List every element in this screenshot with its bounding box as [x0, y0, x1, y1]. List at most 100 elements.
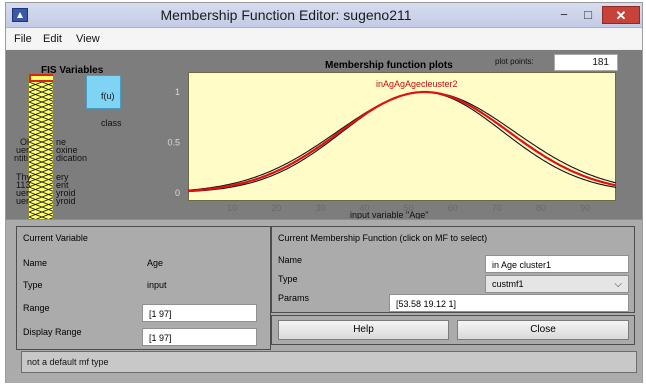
mf-icon-line: [29, 131, 53, 138]
mf-editor-window: Membership Function Editor: sugeno211 − …: [5, 2, 643, 383]
mf-icon-line: [29, 146, 53, 153]
y-tick-label: 0: [175, 188, 180, 198]
mf-icon-line: [29, 196, 53, 203]
menu-edit[interactable]: Edit: [43, 33, 62, 45]
mf-icon-line: [29, 151, 53, 158]
mf-params-field[interactable]: [53.58 19.12 1]: [389, 294, 629, 312]
display-range-field[interactable]: [1 97]: [142, 328, 257, 346]
x-tick-label: 60: [448, 203, 458, 212]
mf-icon-line: [29, 111, 53, 118]
mf-icon-line: [29, 116, 53, 123]
range-label: Range: [23, 303, 50, 313]
menu-view[interactable]: View: [76, 33, 100, 45]
mf-icon-line: [29, 161, 53, 168]
mf-icon-line: [29, 171, 53, 178]
plot-points-label: plot points:: [495, 57, 534, 66]
truncated-label-3: ntiti: [14, 153, 29, 163]
y-tick-label: 1: [175, 87, 180, 97]
close-window-button[interactable]: ✕: [602, 6, 640, 24]
mf-icon-line: [29, 131, 53, 138]
input-mf-icon-pattern: [29, 81, 53, 220]
mf-icon-line: [29, 176, 53, 183]
variable-name-label: Name: [23, 258, 48, 268]
mf-icon-line: [29, 206, 53, 213]
variable-type-label: Type: [23, 280, 43, 290]
mf-curve[interactable]: [187, 91, 617, 193]
selected-variable-highlight: [29, 74, 53, 82]
x-tick-label: 20: [271, 203, 281, 212]
mf-icon-line: [29, 201, 53, 208]
mf-icon-line: [29, 176, 53, 183]
mf-icon-line: [29, 86, 53, 93]
truncated-label-6: dication: [56, 153, 88, 163]
mf-icon-line: [29, 206, 53, 213]
range-field[interactable]: [1 97]: [142, 304, 257, 322]
mf-curve[interactable]: [187, 91, 617, 191]
help-button[interactable]: Help: [278, 320, 449, 340]
variable-name-value: Age: [147, 258, 164, 268]
maximize-button[interactable]: □: [578, 6, 598, 24]
mf-icon-line: [29, 151, 53, 158]
truncated-label-14: yroid: [56, 196, 76, 206]
current-variable-group: Current Variable Name Age Type input Ran…: [16, 226, 271, 350]
mf-icon-line: [29, 116, 53, 123]
mf-icon-line: [29, 101, 53, 108]
menu-file[interactable]: File: [14, 33, 32, 45]
mf-name-label: Name: [278, 255, 303, 265]
output-function-label: f(u): [101, 91, 115, 101]
selected-mf-curve[interactable]: [187, 90, 617, 193]
mf-icon-line: [29, 101, 53, 108]
mf-icon-line: [29, 156, 53, 163]
mf-icon-line: [29, 96, 53, 103]
title-bar[interactable]: Membership Function Editor: sugeno211 − …: [6, 3, 642, 28]
mf-icon-line: [29, 196, 53, 203]
mf-icon-line: [29, 201, 53, 208]
mf-icon-line: [29, 111, 53, 118]
button-group: Help Close: [271, 315, 635, 345]
minimize-button[interactable]: −: [554, 6, 574, 24]
mf-icon-line: [29, 146, 53, 153]
mf-icon-line: [29, 181, 53, 188]
x-tick-label: 80: [536, 203, 546, 212]
mf-icon-line: [29, 211, 53, 218]
mf-curve-label: inAgAgAgecleuster2: [376, 79, 458, 89]
variable-type-value: input: [147, 280, 167, 290]
mf-icon-line: [29, 86, 53, 93]
mf-icon-line: [29, 211, 53, 218]
mf-icon-line: [29, 186, 53, 193]
mf-icon-line: [29, 186, 53, 193]
fis-input-variable-stack[interactable]: [28, 74, 54, 220]
chevron-down-icon: ⌵: [614, 279, 622, 290]
x-tick-label: 90: [580, 203, 590, 212]
mf-type-label: Type: [278, 274, 298, 284]
mf-icon-line: [29, 161, 53, 168]
menu-bar: File Edit View: [6, 29, 642, 49]
mf-icon-line: [29, 91, 53, 98]
mf-icon-line: [29, 166, 53, 173]
mf-icon-line: [29, 81, 53, 88]
mf-icon-line: [29, 126, 53, 133]
x-tick-label: 10: [227, 203, 237, 212]
close-button[interactable]: Close: [457, 320, 629, 340]
mf-icon-line: [29, 156, 53, 163]
mf-params-label: Params: [278, 293, 310, 303]
output-variable-name: class: [101, 118, 122, 128]
mf-icon-line: [29, 141, 53, 148]
truncated-label-10: uer: [16, 196, 30, 206]
mf-icon-line: [29, 181, 53, 188]
status-message: not a default mf type: [21, 351, 637, 373]
mf-icon-line: [29, 141, 53, 148]
y-tick-label: 0.5: [167, 138, 180, 148]
x-tick-label: 70: [492, 203, 502, 212]
current-variable-title: Current Variable: [23, 233, 88, 243]
mf-icon-line: [29, 81, 53, 88]
mf-name-field[interactable]: in Age cluster1: [485, 255, 629, 273]
mf-type-select[interactable]: custmf1 ⌵: [485, 275, 629, 293]
mf-icon-line: [29, 106, 53, 113]
current-mf-group: Current Membership Function (click on MF…: [271, 226, 635, 313]
window-title: Membership Function Editor: sugeno211: [160, 7, 412, 23]
mf-icon-line: [29, 121, 53, 128]
mf-icon-line: [29, 191, 53, 198]
mf-icon-line: [29, 126, 53, 133]
mf-icon-line: [29, 106, 53, 113]
